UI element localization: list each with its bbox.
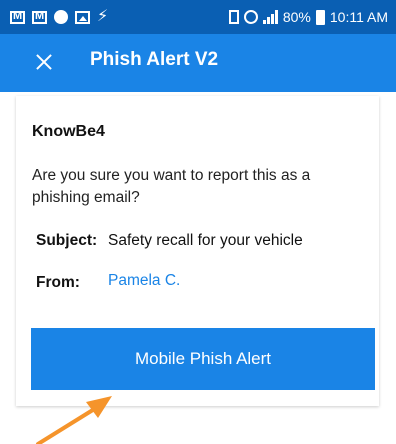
gmail-icon	[10, 10, 25, 24]
subject-value: Safety recall for your vehicle	[108, 232, 303, 249]
status-bar-notifications: ⚡	[10, 0, 108, 34]
subject-label: Subject:	[36, 232, 98, 249]
sender-name: KnowBe4	[32, 123, 105, 140]
gmail-icon	[32, 10, 47, 24]
app-bar: Phish Alert V2	[0, 34, 396, 92]
clock: 10:11 AM	[329, 9, 388, 25]
confirm-question: Are you sure you want to report this as …	[32, 167, 311, 206]
vibrate-icon	[228, 10, 239, 24]
signal-icon	[262, 10, 278, 24]
image-icon	[75, 10, 90, 24]
slack-icon	[54, 10, 68, 24]
flash-icon: ⚡	[97, 8, 109, 25]
battery-percent: 80%	[282, 9, 311, 25]
close-icon[interactable]	[30, 48, 58, 76]
app-title: Phish Alert V2	[90, 49, 219, 70]
alarm-icon	[243, 10, 258, 24]
from-value[interactable]: Pamela C.	[108, 272, 180, 290]
battery-icon	[315, 9, 325, 25]
pointer-arrow-icon	[36, 396, 112, 444]
status-bar: ⚡ 80% 10:11 AM	[0, 0, 396, 34]
from-label: From:	[36, 274, 80, 291]
status-bar-system: 80% 10:11 AM	[228, 0, 388, 34]
